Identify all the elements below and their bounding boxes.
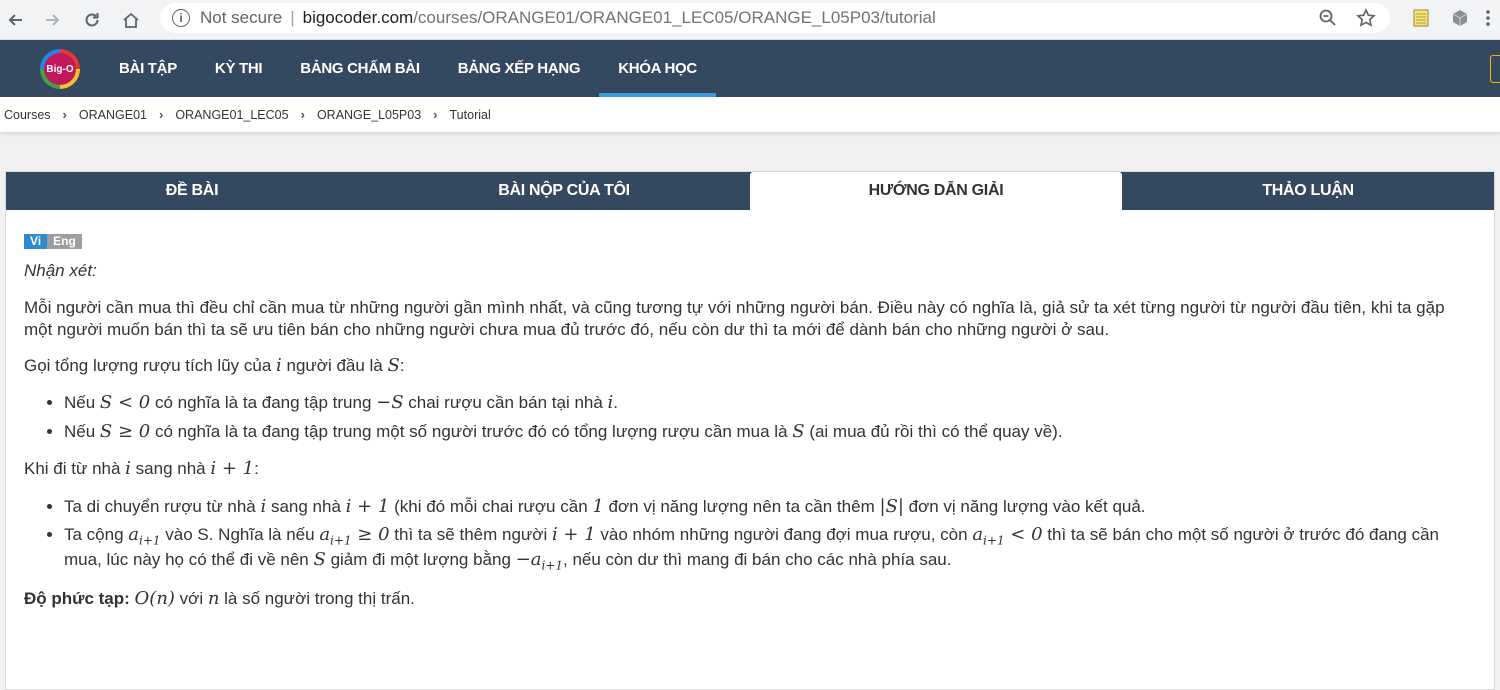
tab-thao-luan[interactable]: THẢO LUẬN — [1122, 172, 1494, 210]
cube-extension-icon[interactable] — [1450, 8, 1470, 28]
bookmark-star-icon[interactable] — [1356, 8, 1376, 33]
case-list-2: Ta di chuyển rượu từ nhà i sang nhà i + … — [64, 496, 1476, 573]
nav-ky-thi[interactable]: KỲ THI — [196, 40, 281, 97]
problem-panel: ĐỀ BÀI BÀI NỘP CỦA TÔI HƯỚNG DẪN GIẢI TH… — [5, 171, 1495, 690]
url-path: /courses/ORANGE01/ORANGE01_LEC05/ORANGE_… — [413, 8, 936, 27]
tutorial-paragraph-1: Mỗi người cần mua thì đều chỉ cần mua từ… — [24, 298, 1445, 339]
bigo-logo[interactable]: Big-O — [40, 49, 80, 89]
breadcrumb: Courses › ORANGE01 › ORANGE01_LEC05 › OR… — [0, 97, 1500, 132]
url-domain: bigocoder.com — [302, 8, 414, 27]
problem-tabs: ĐỀ BÀI BÀI NỘP CỦA TÔI HƯỚNG DẪN GIẢI TH… — [6, 172, 1494, 210]
lang-vi-button[interactable]: Vi — [24, 234, 48, 249]
lang-en-button[interactable]: Eng — [47, 234, 82, 249]
menu-dots-icon[interactable] — [1482, 8, 1500, 28]
tutorial-paragraph-2: Gọi tổng lượng rượu tích lũy của i người… — [24, 354, 405, 376]
reload-icon[interactable] — [78, 6, 106, 34]
home-icon[interactable] — [117, 6, 145, 34]
address-bar[interactable]: i Not secure | bigocoder.com /courses/OR… — [160, 3, 1390, 33]
url-separator: | — [290, 8, 295, 27]
tutorial-content: Vi Eng Nhận xét: Mỗi người cần mua thì đ… — [6, 210, 1494, 611]
list-item: Nếu S ≥ 0 có nghĩa là ta đang tập trung … — [64, 421, 1476, 444]
tab-bai-nop[interactable]: BÀI NỘP CỦA TÔI — [378, 172, 750, 210]
chevron-right-icon: › — [300, 107, 305, 122]
site-navbar: Big-O BÀI TẬP KỲ THI BẢNG CHẤM BÀI BẢNG … — [0, 40, 1500, 97]
tutorial-paragraph-3: Khi đi từ nhà i sang nhà i + 1: — [24, 458, 259, 480]
crumb-tutorial: Tutorial — [449, 107, 491, 122]
security-label: Not secure — [200, 8, 283, 27]
main-nav: BÀI TẬP KỲ THI BẢNG CHẤM BÀI BẢNG XẾP HẠ… — [100, 40, 716, 97]
browser-toolbar: i Not secure | bigocoder.com /courses/OR… — [0, 0, 1500, 40]
tutorial-heading: Nhận xét: — [24, 261, 97, 280]
back-icon[interactable] — [2, 6, 30, 34]
chevron-right-icon: › — [62, 107, 67, 122]
list-item: Ta cộng ai+1 vào S. Nghĩa là nếu ai+1 ≥ … — [64, 524, 1476, 573]
complexity-line: Độ phức tạp: O(n) với n là số người tron… — [24, 588, 415, 610]
forward-icon[interactable] — [38, 6, 66, 34]
chevron-right-icon: › — [158, 107, 164, 122]
list-item: Ta di chuyển rượu từ nhà i sang nhà i + … — [64, 496, 1476, 519]
tab-de-bai[interactable]: ĐỀ BÀI — [6, 172, 378, 210]
case-list-1: Nếu S < 0 có nghĩa là ta đang tập trung … — [64, 392, 1476, 443]
nav-bang-cham-bai[interactable]: BẢNG CHẤM BÀI — [281, 40, 438, 97]
list-item: Nếu S < 0 có nghĩa là ta đang tập trung … — [64, 392, 1476, 415]
sheets-extension-icon[interactable] — [1411, 8, 1431, 28]
crumb-lecture[interactable]: ORANGE01_LEC05 — [175, 108, 288, 122]
crumb-course[interactable]: ORANGE01 — [79, 108, 147, 122]
info-icon[interactable]: i — [172, 9, 190, 27]
crumb-courses[interactable]: Courses — [4, 108, 51, 122]
nav-bang-xep-hang[interactable]: BẢNG XẾP HẠNG — [439, 40, 600, 97]
language-switch: Vi Eng — [24, 234, 1476, 249]
chevron-right-icon: › — [433, 107, 438, 122]
logo-text: Big-O — [44, 53, 76, 85]
nav-bai-tap[interactable]: BÀI TẬP — [100, 40, 196, 97]
tab-huong-dan-giai[interactable]: HƯỚNG DẪN GIẢI — [750, 172, 1122, 210]
user-menu-button[interactable] — [1490, 55, 1500, 83]
nav-khoa-hoc[interactable]: KHÓA HỌC — [599, 40, 716, 97]
zoom-icon[interactable] — [1318, 8, 1338, 33]
crumb-problem[interactable]: ORANGE_L05P03 — [317, 108, 421, 122]
